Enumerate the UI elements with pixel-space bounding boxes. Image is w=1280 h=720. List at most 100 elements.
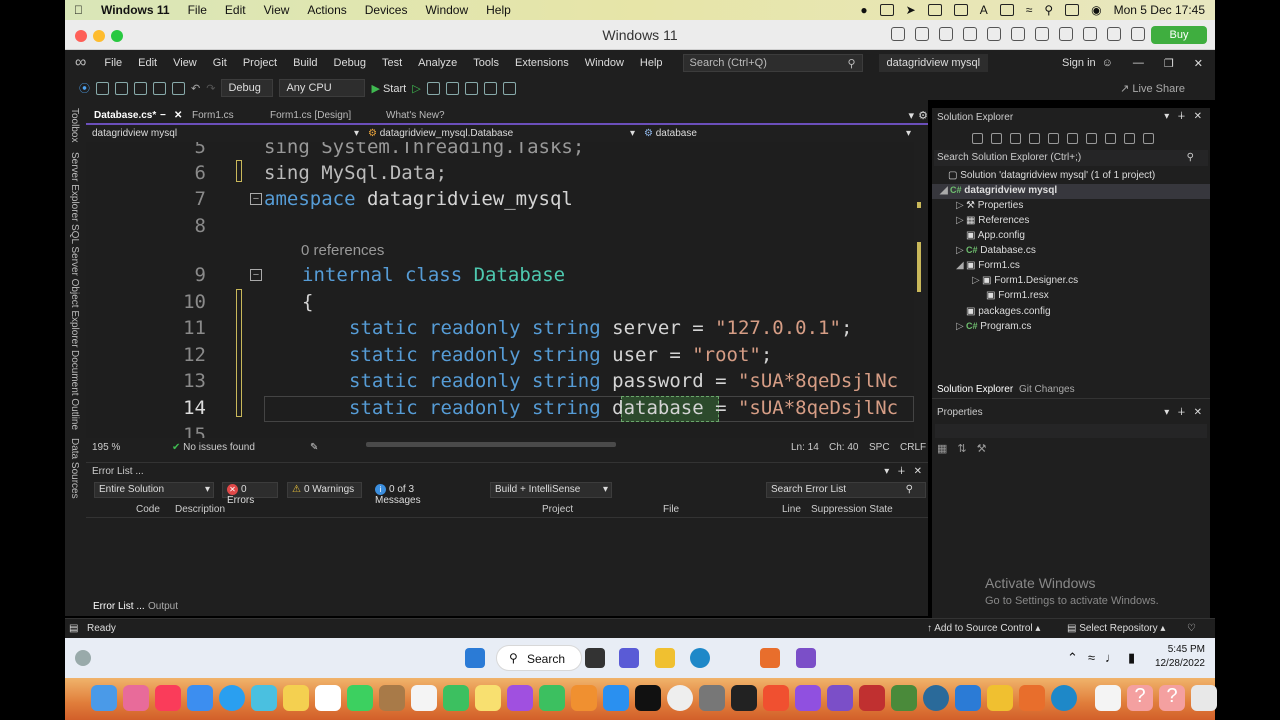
- pin-icon[interactable]: −: [160, 110, 166, 121]
- vs-menu-window[interactable]: Window: [577, 57, 632, 69]
- start-without-debug-icon[interactable]: ▷: [412, 82, 420, 95]
- siri-icon[interactable]: ◉: [1091, 3, 1101, 17]
- usb-icon[interactable]: [1083, 27, 1097, 41]
- account-icon[interactable]: ☺: [1102, 57, 1117, 69]
- speaker-icon[interactable]: [987, 27, 1001, 41]
- member-nav-dropdown[interactable]: ⚙ database ▾: [644, 128, 911, 139]
- horizontal-scrollbar[interactable]: [366, 442, 616, 447]
- vs-menu-debug[interactable]: Debug: [326, 57, 374, 69]
- vs-menu-project[interactable]: Project: [235, 57, 285, 69]
- add-source-control-button[interactable]: ↑ Add to Source Control ▴: [927, 623, 1040, 634]
- col-project[interactable]: Project: [542, 504, 573, 515]
- class-nav-dropdown[interactable]: ⚙ datagridview_mysql.Database ▾: [368, 128, 638, 139]
- zoom-level[interactable]: 195 %: [92, 442, 120, 453]
- restore-icon[interactable]: ❐: [1164, 57, 1174, 70]
- brush-icon[interactable]: ✎: [310, 442, 318, 453]
- sign-in-link[interactable]: Sign in: [1062, 57, 1102, 69]
- printer-icon[interactable]: [1035, 27, 1049, 41]
- speaker-icon[interactable]: ♩: [1105, 650, 1118, 666]
- wifi-icon[interactable]: ≈: [1026, 3, 1033, 17]
- chat-icon[interactable]: [619, 648, 639, 668]
- volume-icon[interactable]: [953, 4, 968, 16]
- preview-icon[interactable]: [1143, 132, 1154, 144]
- expanded-chevron-icon[interactable]: ◢: [940, 185, 950, 196]
- apple-icon[interactable]: : [65, 3, 92, 17]
- tab-solution-explorer[interactable]: Solution Explorer: [937, 384, 1013, 395]
- bookmark-icon[interactable]: [502, 81, 516, 95]
- visual-studio-icon[interactable]: [796, 648, 816, 668]
- config-dropdown[interactable]: Debug: [221, 79, 274, 97]
- vs-search-input[interactable]: Search (Ctrl+Q) ⚲: [682, 54, 863, 72]
- start-menu-icon[interactable]: [465, 648, 485, 668]
- errors-filter[interactable]: ✕ 0 Errors: [222, 482, 278, 506]
- tree-item-appconfig[interactable]: ▣ App.config: [966, 230, 1025, 241]
- task-view-icon[interactable]: [585, 648, 605, 668]
- microphone-icon[interactable]: [1011, 27, 1025, 41]
- edge-dock-icon[interactable]: [1051, 685, 1077, 711]
- dropdown-icon[interactable]: ▾: [1164, 407, 1169, 418]
- sql-object-explorer-tab[interactable]: SQL Server Object Explorer: [69, 224, 80, 348]
- step-icon[interactable]: [464, 81, 478, 95]
- pineapple-app-icon[interactable]: [891, 685, 917, 711]
- project-nav-dropdown[interactable]: datagridview mysql ▾: [92, 128, 360, 139]
- pin-icon[interactable]: ∔: [897, 466, 905, 477]
- safari-icon[interactable]: [219, 685, 245, 711]
- close-icon[interactable]: ✕: [1194, 57, 1203, 70]
- messages-filter[interactable]: i0 of 3 Messages: [370, 482, 464, 506]
- vertical-scrollbar[interactable]: [914, 142, 928, 438]
- tree-item-properties[interactable]: ▷ ⚒ Properties: [956, 200, 1023, 211]
- launchpad-icon[interactable]: [123, 685, 149, 711]
- browse-icon[interactable]: [445, 81, 459, 95]
- vs-menu-analyze[interactable]: Analyze: [410, 57, 465, 69]
- edge-icon[interactable]: [690, 648, 710, 668]
- messages-icon[interactable]: [347, 685, 373, 711]
- chevron-up-icon[interactable]: ⌃: [1067, 650, 1078, 666]
- vs-menu-git[interactable]: Git: [205, 57, 235, 69]
- finder-icon[interactable]: [91, 685, 117, 711]
- build-filter-dropdown[interactable]: Build + IntelliSense ▾: [490, 482, 612, 498]
- select-repository-button[interactable]: ▤ Select Repository ▴: [1067, 623, 1165, 634]
- tab-form1-cs[interactable]: Form1.cs: [186, 108, 240, 125]
- podcasts-icon[interactable]: [507, 685, 533, 711]
- chrome-icon[interactable]: [667, 685, 693, 711]
- pending-changes-icon[interactable]: [1010, 132, 1021, 144]
- mac-menu-actions[interactable]: Actions: [298, 3, 355, 17]
- parallels-icon[interactable]: [859, 685, 885, 711]
- tree-item-form1-cs[interactable]: ◢ ▣ Form1.cs: [956, 260, 1020, 271]
- line-ending-indicator[interactable]: CRLF: [900, 442, 926, 453]
- undo-icon[interactable]: ↶: [191, 82, 200, 95]
- win-explorer-dock-icon[interactable]: [987, 685, 1013, 711]
- network-icon[interactable]: [939, 27, 953, 41]
- collapse-icon[interactable]: −: [250, 193, 262, 205]
- whitespace-indicator[interactable]: SPC: [869, 442, 890, 453]
- tree-item-packages[interactable]: ▣ packages.config: [966, 306, 1051, 317]
- mac-clock[interactable]: Mon 5 Dec 17:45: [1114, 3, 1205, 17]
- solution-node[interactable]: ▢ Solution 'datagridview mysql' (1 of 1 …: [948, 170, 1155, 181]
- tree-item-references[interactable]: ▷ ▦ References: [956, 215, 1029, 226]
- dropdown-icon[interactable]: ▾: [1164, 111, 1169, 122]
- issues-indicator[interactable]: ✔ No issues found: [172, 442, 255, 453]
- vs-menu-build[interactable]: Build: [285, 57, 325, 69]
- col-suppression[interactable]: Suppression State: [811, 504, 893, 515]
- buy-button[interactable]: Buy: [1151, 26, 1207, 44]
- error-search-input[interactable]: Search Error List ⚲: [766, 482, 926, 498]
- vs-menu-file[interactable]: File: [96, 57, 130, 69]
- collapse-icon[interactable]: −: [250, 269, 262, 281]
- close-tab-icon[interactable]: ✕: [174, 110, 182, 121]
- music-icon[interactable]: [155, 685, 181, 711]
- mac-menu-devices[interactable]: Devices: [356, 3, 417, 17]
- record-icon[interactable]: ●: [860, 3, 867, 17]
- apple-tv-icon[interactable]: [635, 685, 661, 711]
- widgets-icon[interactable]: [75, 650, 91, 666]
- properties-object-dropdown[interactable]: [935, 424, 1207, 438]
- calendar-icon[interactable]: [315, 685, 341, 711]
- property-pages-icon[interactable]: ⚒: [977, 442, 987, 455]
- maps-icon[interactable]: [251, 685, 277, 711]
- mac-menu-file[interactable]: File: [179, 3, 216, 17]
- save-icon[interactable]: [153, 81, 166, 95]
- tab-form1-design[interactable]: Form1.cs [Design]: [264, 108, 357, 125]
- redo-icon[interactable]: ↷: [206, 82, 215, 95]
- mac-menu-edit[interactable]: Edit: [216, 3, 255, 17]
- tree-item-program-cs[interactable]: ▷ C# Program.cs: [956, 321, 1031, 332]
- close-icon[interactable]: ✕: [1194, 407, 1202, 418]
